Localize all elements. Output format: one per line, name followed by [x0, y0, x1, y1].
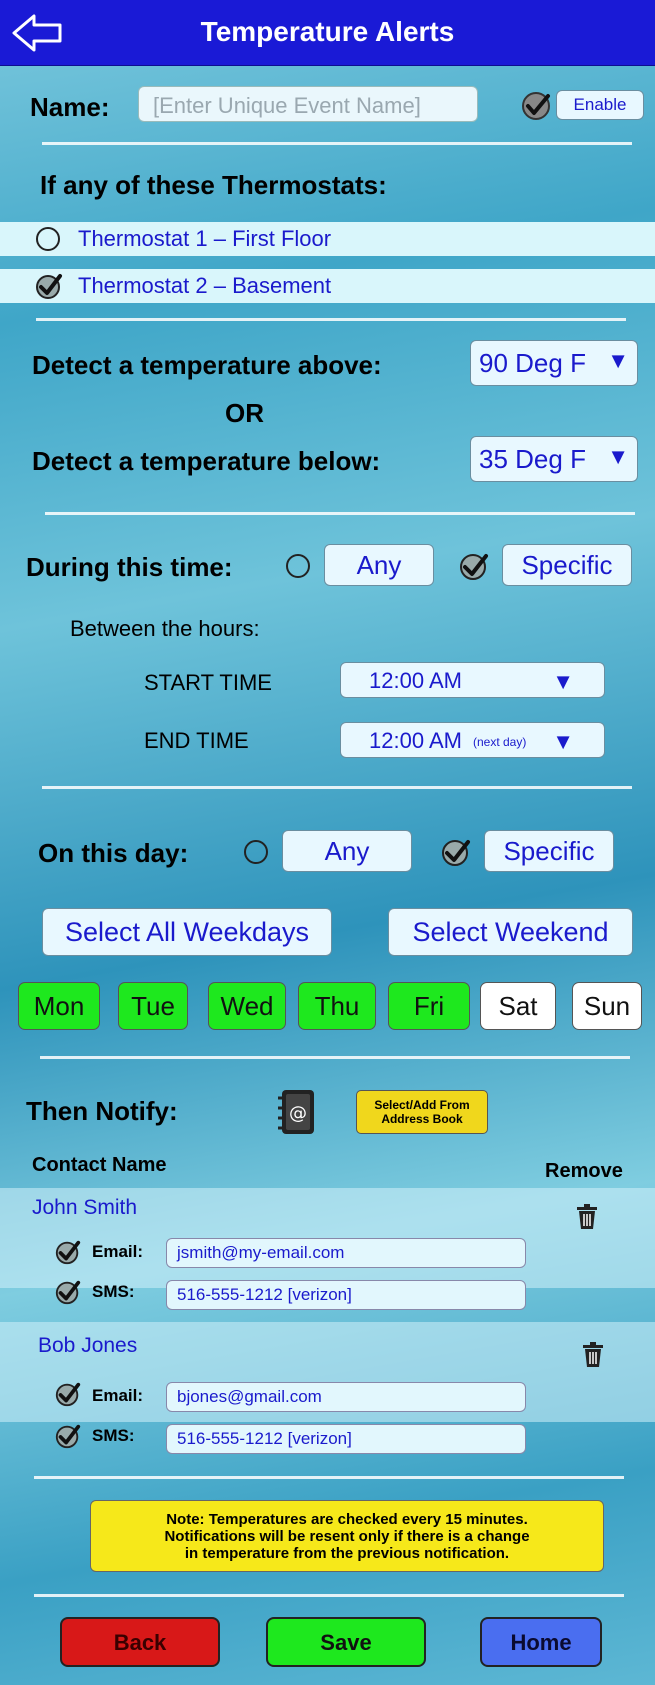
- day-mon[interactable]: Mon: [18, 982, 100, 1030]
- email-field[interactable]: bjones@gmail.com: [166, 1382, 526, 1412]
- notify-label: Then Notify:: [26, 1096, 178, 1126]
- note-line-1: Note: Temperatures are checked every 15 …: [166, 1511, 528, 1528]
- back-button[interactable]: Back: [60, 1617, 220, 1667]
- below-temp-dropdown[interactable]: 35 Deg F ▼: [470, 436, 638, 482]
- contact-name: John Smith: [32, 1196, 138, 1219]
- day-fri[interactable]: Fri: [388, 982, 470, 1030]
- dropdown-arrow-icon: ▼: [607, 348, 629, 373]
- sms-check-icon[interactable]: [54, 1422, 82, 1450]
- day-any-radio-icon[interactable]: [244, 840, 268, 864]
- time-any-button[interactable]: Any: [324, 544, 434, 586]
- radio-empty-icon[interactable]: [36, 227, 60, 251]
- thermostat-row-2[interactable]: Thermostat 2 – Basement: [0, 269, 655, 303]
- contact-name: Bob Jones: [38, 1334, 138, 1357]
- email-check-icon[interactable]: [54, 1380, 82, 1408]
- time-specific-button[interactable]: Specific: [502, 544, 632, 586]
- address-book-icon[interactable]: @: [276, 1088, 316, 1136]
- day-sat[interactable]: Sat: [480, 982, 556, 1030]
- thermostat-label: Thermostat 2 – Basement: [78, 273, 332, 298]
- email-label: Email:: [92, 1242, 144, 1261]
- svg-text:@: @: [289, 1103, 307, 1124]
- day-any-button[interactable]: Any: [282, 830, 412, 872]
- dropdown-arrow-icon: ▼: [552, 669, 574, 694]
- email-check-icon[interactable]: [54, 1238, 82, 1266]
- sms-check-icon[interactable]: [54, 1278, 82, 1306]
- start-time-value: 12:00 AM: [369, 668, 462, 693]
- trash-icon[interactable]: [582, 1342, 604, 1368]
- email-label: Email:: [92, 1386, 144, 1405]
- day-specific-check-icon[interactable]: [440, 836, 472, 868]
- day-tue[interactable]: Tue: [118, 982, 188, 1030]
- day-wed[interactable]: Wed: [208, 982, 286, 1030]
- day-specific-button[interactable]: Specific: [484, 830, 614, 872]
- page-title: Temperature Alerts: [200, 16, 455, 47]
- address-book-button-label: Select/Add From Address Book: [374, 1098, 470, 1126]
- sms-field[interactable]: 516-555-1212 [verizon]: [166, 1424, 526, 1454]
- divider: [34, 1594, 624, 1597]
- enable-button[interactable]: Enable: [556, 90, 644, 120]
- event-name-placeholder: [Enter Unique Event Name]: [153, 93, 421, 118]
- end-time-value: 12:00 AM: [369, 728, 462, 753]
- save-button[interactable]: Save: [266, 1617, 426, 1667]
- dropdown-arrow-icon: ▼: [552, 729, 574, 754]
- remove-header: Remove: [545, 1160, 623, 1182]
- divider: [36, 318, 626, 321]
- end-time-dropdown[interactable]: 12:00 AM (next day) ▼: [340, 722, 605, 758]
- start-time-label: START TIME: [144, 670, 272, 695]
- address-book-button[interactable]: Select/Add From Address Book: [356, 1090, 488, 1134]
- below-label: Detect a temperature below:: [32, 446, 381, 476]
- day-sun[interactable]: Sun: [572, 982, 642, 1030]
- sms-field[interactable]: 516-555-1212 [verizon]: [166, 1280, 526, 1310]
- divider: [34, 1476, 624, 1479]
- below-temp-value: 35 Deg F: [479, 444, 586, 474]
- thermostat-label: Thermostat 1 – First Floor: [78, 226, 332, 251]
- end-time-label: END TIME: [144, 728, 249, 753]
- name-label: Name:: [30, 92, 110, 122]
- divider: [42, 786, 632, 789]
- header-bar: Temperature Alerts: [0, 0, 655, 66]
- between-hours-label: Between the hours:: [70, 616, 260, 641]
- note-line-3: in temperature from the previous notific…: [184, 1545, 510, 1562]
- thermostat-row-1[interactable]: Thermostat 1 – First Floor: [0, 222, 655, 256]
- email-field[interactable]: jsmith@my-email.com: [166, 1238, 526, 1268]
- end-time-note: (next day): [473, 735, 527, 749]
- divider: [40, 1056, 630, 1059]
- thermostats-heading: If any of these Thermostats:: [40, 170, 387, 200]
- start-time-dropdown[interactable]: 12:00 AM ▼: [340, 662, 605, 698]
- above-temp-dropdown[interactable]: 90 Deg F ▼: [470, 340, 638, 386]
- note-line-2: Notifications will be resent only if the…: [164, 1528, 530, 1545]
- day-label: On this day:: [38, 838, 189, 868]
- contact-name-header: Contact Name: [32, 1154, 167, 1176]
- sms-label: SMS:: [92, 1426, 135, 1445]
- home-button[interactable]: Home: [480, 1617, 602, 1667]
- select-weekend-button[interactable]: Select Weekend: [388, 908, 633, 956]
- or-label: OR: [225, 398, 264, 428]
- trash-icon[interactable]: [576, 1204, 598, 1230]
- divider: [42, 142, 632, 145]
- checked-radio-icon[interactable]: [34, 271, 64, 301]
- above-temp-value: 90 Deg F: [479, 348, 586, 378]
- sms-label: SMS:: [92, 1282, 135, 1301]
- day-thu[interactable]: Thu: [298, 982, 376, 1030]
- time-label: During this time:: [26, 552, 233, 582]
- event-name-input[interactable]: [Enter Unique Event Name]: [138, 86, 478, 122]
- note-box: Note: Temperatures are checked every 15 …: [90, 1500, 604, 1572]
- above-label: Detect a temperature above:: [32, 350, 382, 380]
- time-any-radio-icon[interactable]: [286, 554, 310, 578]
- time-specific-check-icon[interactable]: [458, 550, 490, 582]
- divider: [45, 512, 635, 515]
- select-weekdays-button[interactable]: Select All Weekdays: [42, 908, 332, 956]
- enable-check-icon[interactable]: [520, 90, 552, 122]
- dropdown-arrow-icon: ▼: [607, 444, 629, 469]
